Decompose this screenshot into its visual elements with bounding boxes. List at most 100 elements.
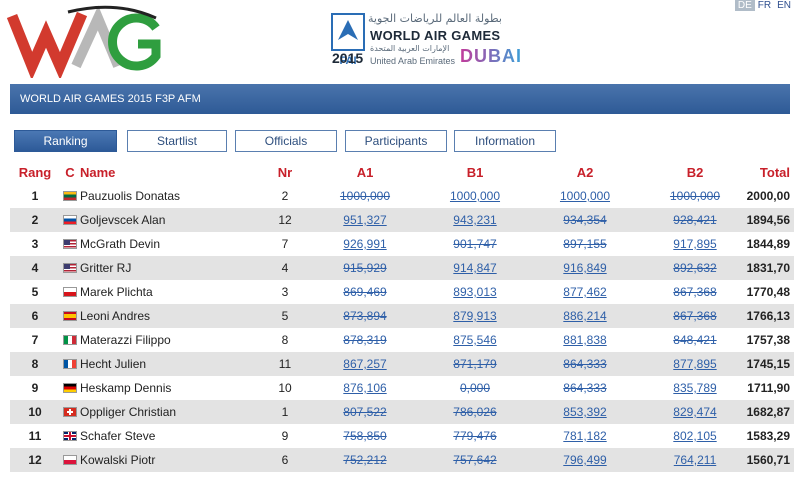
score-a1-cell: 876,106 — [310, 376, 420, 400]
score-a1-link[interactable]: 807,522 — [343, 405, 386, 419]
score-a1-link[interactable]: 867,257 — [343, 357, 386, 371]
score-a2-link[interactable]: 796,499 — [563, 453, 606, 467]
nr-cell: 9 — [281, 429, 289, 443]
banner-title: WORLD AIR GAMES — [370, 28, 501, 43]
score-a1-link[interactable]: 951,327 — [343, 213, 386, 227]
score-a2-link[interactable]: 1000,000 — [560, 189, 610, 203]
nr-cell: 5 — [281, 309, 289, 323]
score-a1-cell: 758,850 — [310, 424, 420, 448]
score-a2-link[interactable]: 881,838 — [563, 333, 606, 347]
score-b1-link[interactable]: 779,476 — [453, 429, 496, 443]
score-b1-link[interactable]: 914,847 — [453, 261, 496, 275]
rank-cell: 7 — [31, 333, 39, 347]
score-b1-link[interactable]: 1000,000 — [450, 189, 500, 203]
rank-cell: 6 — [31, 309, 39, 323]
total-cell: 2000,00 — [746, 189, 790, 203]
score-a1-link[interactable]: 1000,000 — [340, 189, 390, 203]
col-a2-header: A2 — [576, 165, 594, 180]
score-a2-link[interactable]: 864,333 — [563, 357, 606, 371]
score-a1-link[interactable]: 878,319 — [343, 333, 386, 347]
flag-de-icon — [63, 383, 77, 393]
score-a1-link[interactable]: 876,106 — [343, 381, 386, 395]
world-air-games-banner: بطولة العالم للرياضات الجوية WORLD AIR G… — [332, 12, 521, 72]
score-a1-link[interactable]: 752,212 — [343, 453, 386, 467]
total-cell: 1831,70 — [746, 261, 790, 275]
flag-si-icon — [63, 215, 77, 225]
score-b1-cell: 879,913 — [420, 304, 530, 328]
rank-cell: 1 — [31, 189, 39, 203]
country-flag-cell — [60, 424, 80, 448]
tab-startlist[interactable]: Startlist — [127, 130, 227, 152]
banner-arabic-title: بطولة العالم للرياضات الجوية — [368, 12, 502, 25]
pilot-name-cell: Hecht Julien — [80, 357, 147, 371]
col-a1-header: A1 — [356, 165, 374, 180]
total-cell: 1745,15 — [746, 357, 790, 371]
tab-officials[interactable]: Officials — [235, 130, 337, 152]
score-a2-link[interactable]: 781,182 — [563, 429, 606, 443]
pilot-name-cell: Marek Plichta — [80, 285, 153, 299]
score-a1-link[interactable]: 869,469 — [343, 285, 386, 299]
rank-cell: 10 — [28, 405, 42, 419]
table-row: 6 Leoni Andres 5 873,894 879,913 886,214 867,3… — [10, 304, 794, 328]
table-row: 4 Gritter RJ 4 915,929 914,847 916,849 892,632… — [10, 256, 794, 280]
score-b1-cell: 757,642 — [420, 448, 530, 472]
score-b1-link[interactable]: 943,231 — [453, 213, 496, 227]
score-b1-cell: 871,179 — [420, 352, 530, 376]
score-a2-link[interactable]: 853,392 — [563, 405, 606, 419]
pilot-name-cell: Gritter RJ — [80, 261, 132, 275]
country-flag-cell — [60, 208, 80, 232]
score-a2-cell: 934,354 — [530, 208, 640, 232]
score-b1-link[interactable]: 893,013 — [453, 285, 496, 299]
table-row: 5 Marek Plichta 3 869,469 893,013 877,462 867,… — [10, 280, 794, 304]
score-b1-link[interactable]: 0,000 — [460, 381, 490, 395]
lang-fr[interactable]: FR — [755, 0, 774, 11]
rank-cell: 9 — [31, 381, 39, 395]
score-a2-cell: 897,155 — [530, 232, 640, 256]
flag-gb-icon — [63, 431, 77, 441]
flag-us-icon — [63, 263, 77, 273]
score-b1-cell: 779,476 — [420, 424, 530, 448]
total-cell: 1844,89 — [746, 237, 790, 251]
country-flag-cell — [60, 304, 80, 328]
score-b1-link[interactable]: 871,179 — [453, 357, 496, 371]
score-a1-link[interactable]: 758,850 — [343, 429, 386, 443]
score-a2-link[interactable]: 897,155 — [563, 237, 606, 251]
lang-en[interactable]: EN — [774, 0, 794, 11]
score-a1-link[interactable]: 915,929 — [343, 261, 386, 275]
tab-information[interactable]: Information — [454, 130, 556, 152]
banner-dubai: DUBAI — [460, 46, 522, 66]
nr-cell: 11 — [278, 357, 292, 371]
score-a1-link[interactable]: 926,991 — [343, 237, 386, 251]
score-a2-link[interactable]: 916,849 — [563, 261, 606, 275]
score-a2-link[interactable]: 864,333 — [563, 381, 606, 395]
tab-ranking[interactable]: Ranking — [14, 130, 117, 152]
score-b1-link[interactable]: 901,747 — [453, 237, 496, 251]
tab-participants[interactable]: Participants — [345, 130, 447, 152]
nr-cell: 3 — [281, 285, 289, 299]
table-row: 2 Goljevscek Alan 12 951,327 943,231 934,354 9… — [10, 208, 794, 232]
score-a1-link[interactable]: 873,894 — [343, 309, 386, 323]
wag-logo[interactable] — [6, 4, 166, 78]
lang-de[interactable]: DE — [734, 0, 755, 11]
table-row: 11 Schafer Steve 9 758,850 779,476 781,182 802… — [10, 424, 794, 448]
score-b1-link[interactable]: 786,026 — [453, 405, 496, 419]
col-name-header: Name — [80, 165, 116, 180]
total-cell: 1583,29 — [746, 429, 790, 443]
score-b1-link[interactable]: 757,642 — [453, 453, 496, 467]
total-cell: 1711,90 — [747, 381, 790, 395]
score-a2-link[interactable]: 934,354 — [563, 213, 606, 227]
score-b1-link[interactable]: 879,913 — [453, 309, 496, 323]
score-b1-cell: 1000,000 — [420, 184, 530, 208]
country-flag-cell — [60, 448, 80, 472]
score-a2-link[interactable]: 877,462 — [563, 285, 606, 299]
country-flag-cell — [60, 376, 80, 400]
score-b1-link[interactable]: 875,546 — [453, 333, 496, 347]
score-a1-cell: 867,257 — [310, 352, 420, 376]
score-a2-link[interactable]: 886,214 — [563, 309, 606, 323]
col-rank-header: Rang — [18, 165, 52, 180]
pilot-name-cell: McGrath Devin — [80, 237, 161, 251]
score-a2-cell: 864,333 — [530, 376, 640, 400]
score-a1-cell: 878,319 — [310, 328, 420, 352]
pilot-name-cell: Heskamp Dennis — [80, 381, 172, 395]
pilot-name-cell: Goljevscek Alan — [80, 213, 166, 227]
